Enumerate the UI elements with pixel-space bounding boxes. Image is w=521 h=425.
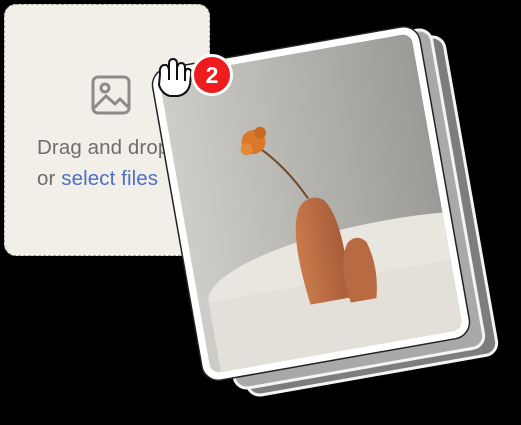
file-count-badge: 2 [191,54,233,96]
dragged-files-stack[interactable] [0,0,521,425]
